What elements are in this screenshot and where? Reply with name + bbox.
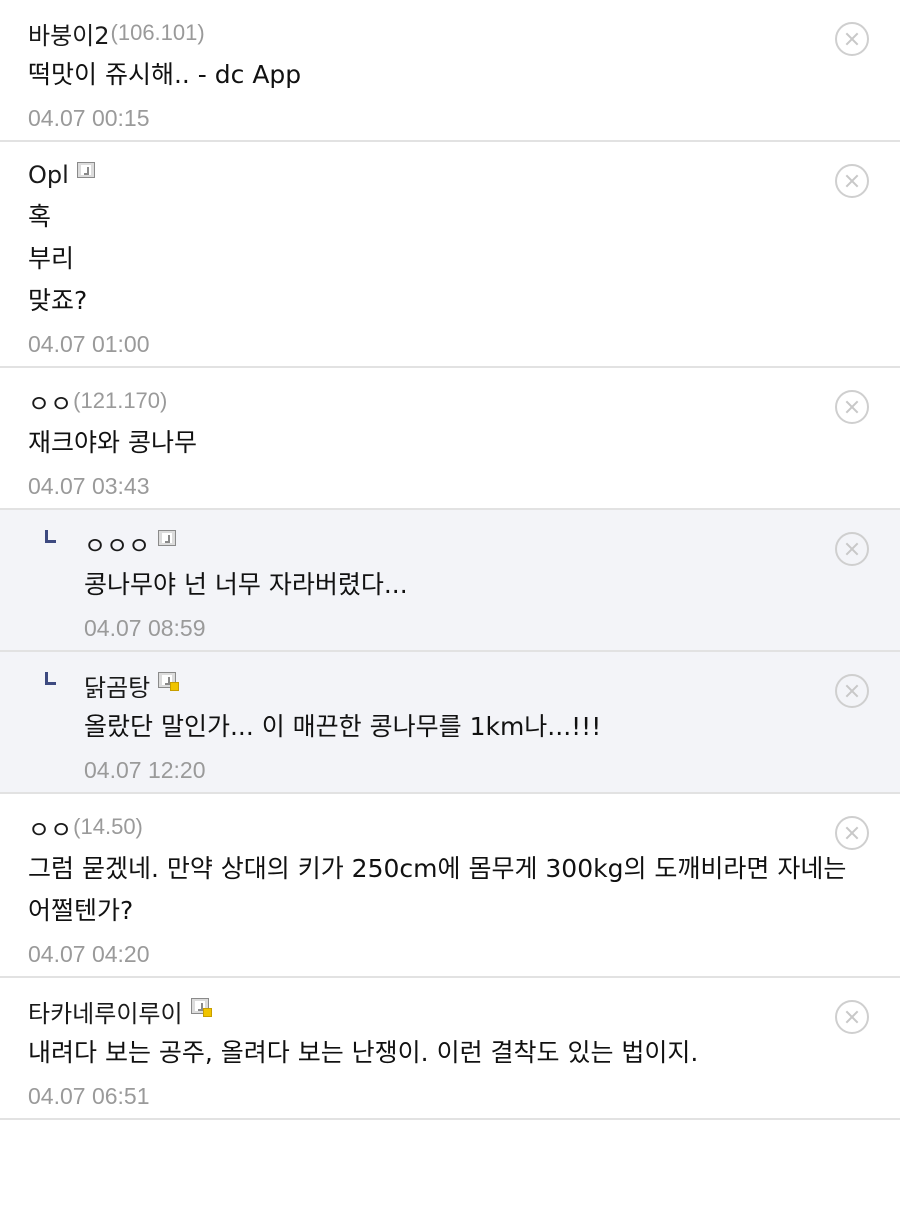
comment-body: 혹부리맞죠? <box>28 196 820 322</box>
comment-author: ㅇㅇ (14.50) <box>28 806 820 848</box>
comment-text-line: 그럼 묻겠네. 만약 상대의 키가 250cm에 몸무게 300kg의 도깨비라… <box>28 854 847 883</box>
comment-body: 내려다 보는 공주, 올려다 보는 난쟁이. 이런 결착도 있는 법이지. <box>28 1032 820 1074</box>
comment-timestamp: 04.07 03:43 <box>28 473 150 499</box>
nickname[interactable]: ㅇㅇ <box>28 384 72 419</box>
comment-item: Opl 혹부리맞죠? 04.07 01:00 <box>0 142 900 368</box>
fixed-nick-icon[interactable] <box>158 530 177 546</box>
comment-body: 올랐단 말인가... 이 매끈한 콩나무를 1km나...!!! <box>84 706 820 748</box>
ip-address: (106.101) <box>110 20 205 45</box>
fixed-nick-icon[interactable] <box>76 162 95 178</box>
comment-item: 타카네루이루이내려다 보는 공주, 올려다 보는 난쟁이. 이런 결착도 있는 … <box>0 978 900 1120</box>
comment-item: ㅇㅇ (14.50) 그럼 묻겠네. 만약 상대의 키가 250cm에 몸무게 30… <box>0 794 900 978</box>
comment-item: ㅇㅇ (121.170) 재크야와 콩나무 04.07 03:43 <box>0 368 900 510</box>
comment-author: 바붕이2 (106.101) <box>28 12 820 54</box>
comment-timestamp: 04.07 12:20 <box>84 757 206 783</box>
reply-item: ㅇㅇㅇ 콩나무야 넌 너무 자라버렸다... 04.07 08:59 <box>0 510 900 652</box>
delete-comment-icon[interactable] <box>835 164 869 198</box>
delete-comment-icon[interactable] <box>835 22 869 56</box>
comment-author: Opl <box>28 154 820 196</box>
nickname[interactable]: 타카네루이루이 <box>28 994 183 1029</box>
nickname[interactable]: ㅇㅇ <box>28 810 72 845</box>
reply-arrow-icon <box>45 672 56 685</box>
comment-text-line: 재크야와 콩나무 <box>28 428 197 457</box>
comment-text-line: 혹 <box>28 202 52 231</box>
comment-author: 타카네루이루이 <box>28 990 820 1032</box>
semi-fixed-nick-icon[interactable] <box>190 998 212 1017</box>
comment-text-line: 맞죠? <box>28 286 88 315</box>
comment-text-line: 떡맛이 쥬시해.. - dc App <box>28 60 302 89</box>
nickname[interactable]: 바붕이2 <box>28 16 110 51</box>
comment-list: 바붕이2 (106.101) 떡맛이 쥬시해.. - dc App 04.07 00:… <box>0 0 900 1120</box>
delete-comment-icon[interactable] <box>835 1000 869 1034</box>
comment-text-line: 내려다 보는 공주, 올려다 보는 난쟁이. 이런 결착도 있는 법이지. <box>28 1038 699 1067</box>
semi-fixed-badge-icon <box>202 1008 212 1017</box>
nickname[interactable]: 닭곰탕 <box>84 668 150 703</box>
comment-author: ㅇㅇㅇ <box>84 522 820 564</box>
nickname[interactable]: ㅇㅇㅇ <box>84 526 150 561</box>
comment-timestamp: 04.07 00:15 <box>28 105 150 131</box>
delete-comment-icon[interactable] <box>835 390 869 424</box>
ip-address: (121.170) <box>73 388 168 413</box>
comment-timestamp: 04.07 06:51 <box>28 1083 150 1109</box>
semi-fixed-badge-icon <box>170 682 180 691</box>
comment-text-line: 어쩔텐가? <box>28 896 134 925</box>
reply-arrow-icon <box>45 530 56 543</box>
comment-body: 콩나무야 넌 너무 자라버렸다... <box>84 564 820 606</box>
comment-timestamp: 04.07 01:00 <box>28 331 150 357</box>
comment-body: 떡맛이 쥬시해.. - dc App <box>28 54 820 96</box>
reply-item: 닭곰탕올랐단 말인가... 이 매끈한 콩나무를 1km나...!!! 04.07… <box>0 652 900 794</box>
comment-body: 그럼 묻겠네. 만약 상대의 키가 250cm에 몸무게 300kg의 도깨비라… <box>28 848 847 932</box>
comment-item: 바붕이2 (106.101) 떡맛이 쥬시해.. - dc App 04.07 00:… <box>0 0 900 142</box>
comment-body: 재크야와 콩나무 <box>28 422 820 464</box>
comment-timestamp: 04.07 04:20 <box>28 941 150 967</box>
comment-text-line: 올랐단 말인가... 이 매끈한 콩나무를 1km나...!!! <box>84 712 602 741</box>
comment-author: ㅇㅇ (121.170) <box>28 380 820 422</box>
ip-address: (14.50) <box>73 814 143 839</box>
comment-timestamp: 04.07 08:59 <box>84 615 206 641</box>
comment-text-line: 콩나무야 넌 너무 자라버렸다... <box>84 570 408 599</box>
delete-comment-icon[interactable] <box>835 674 869 708</box>
delete-comment-icon[interactable] <box>835 532 869 566</box>
comment-author: 닭곰탕 <box>84 664 820 706</box>
nickname[interactable]: Opl <box>28 161 69 189</box>
delete-comment-icon[interactable] <box>835 816 869 850</box>
semi-fixed-nick-icon[interactable] <box>158 672 180 691</box>
comment-text-line: 부리 <box>28 244 75 273</box>
